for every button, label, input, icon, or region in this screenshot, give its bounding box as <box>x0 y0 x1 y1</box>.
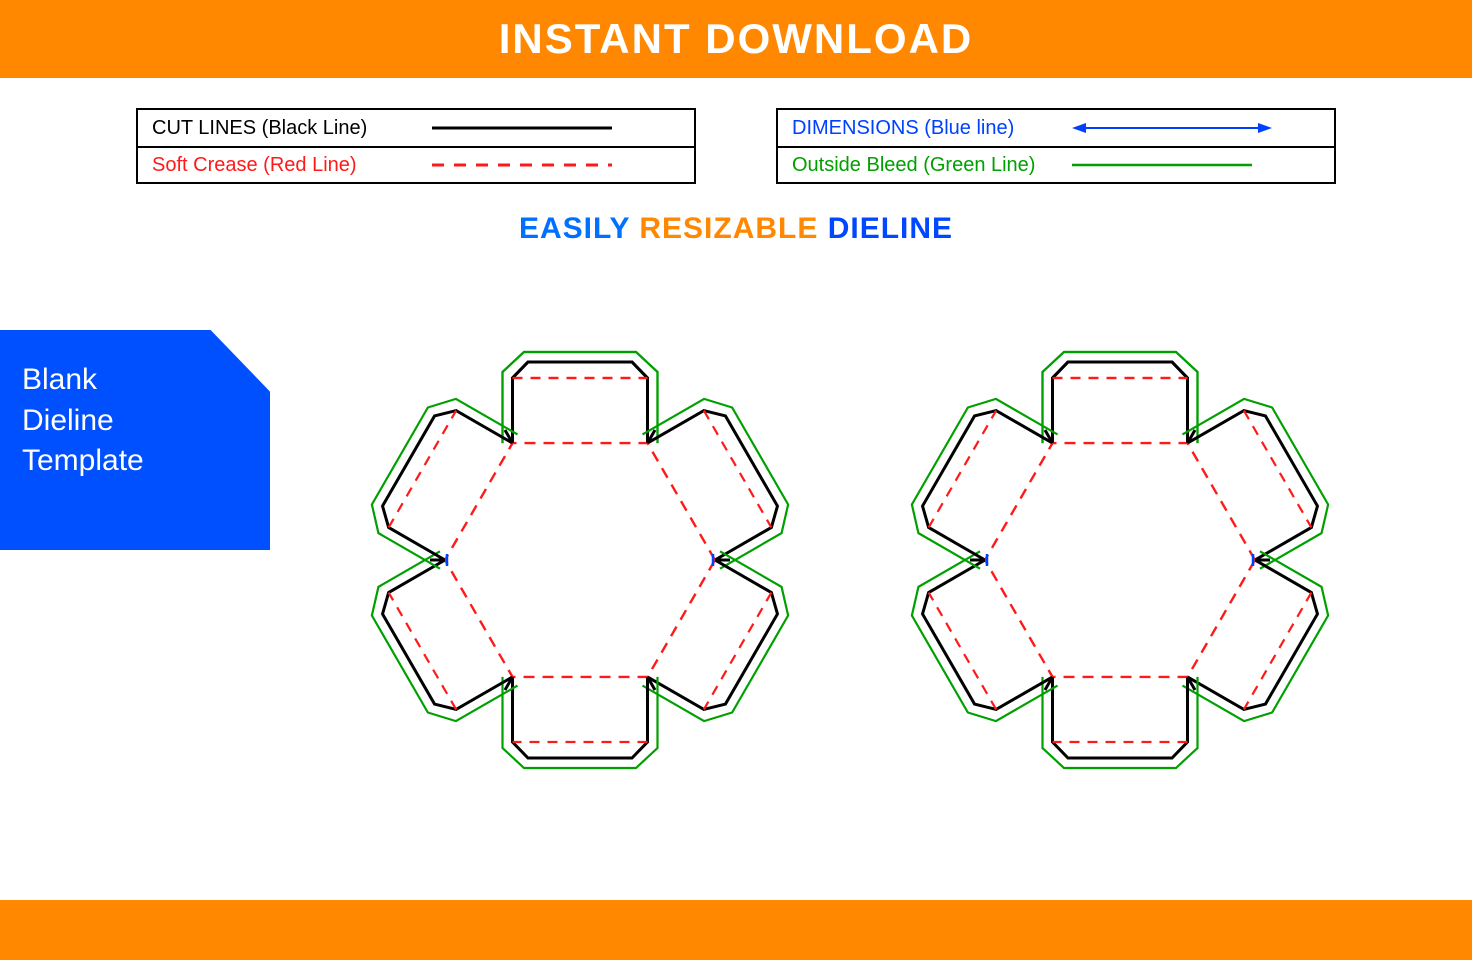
legend-box-right: DIMENSIONS (Blue line) Outside Bleed (Gr… <box>776 108 1336 184</box>
header-title: INSTANT DOWNLOAD <box>499 15 974 63</box>
legend-label: CUT LINES (Black Line) <box>152 117 432 140</box>
legend-bleed: Outside Bleed (Green Line) <box>778 146 1334 182</box>
footer-bar <box>0 900 1472 960</box>
legend-cut-lines: CUT LINES (Black Line) <box>138 110 694 146</box>
dieline-diagrams <box>290 270 1470 850</box>
sub-word-easily: EASILY <box>519 212 630 245</box>
legend-label: DIMENSIONS (Blue line) <box>792 117 1072 140</box>
sub-word-resizable: RESIZABLE <box>639 212 818 245</box>
legend-dimensions: DIMENSIONS (Blue line) <box>778 110 1334 146</box>
legend-label: Soft Crease (Red Line) <box>152 154 432 177</box>
badge-line: Template <box>22 441 248 482</box>
subheading: EASILY RESIZABLE DIELINE <box>0 212 1472 246</box>
sub-word-dieline: DIELINE <box>828 212 953 245</box>
legend-row: CUT LINES (Black Line) Soft Crease (Red … <box>0 108 1472 184</box>
header-bar: INSTANT DOWNLOAD <box>0 0 1472 78</box>
badge-line: Dieline <box>22 401 248 442</box>
bleed-line-sample <box>1072 148 1320 182</box>
legend-label: Outside Bleed (Green Line) <box>792 154 1072 177</box>
cut-line-sample <box>432 110 680 146</box>
legend-soft-crease: Soft Crease (Red Line) <box>138 146 694 182</box>
dieline-right <box>901 352 1339 768</box>
side-badge: Blank Dieline Template <box>0 330 270 550</box>
crease-line-sample <box>432 148 680 182</box>
badge-line: Blank <box>22 360 248 401</box>
legend-box-left: CUT LINES (Black Line) Soft Crease (Red … <box>136 108 696 184</box>
dieline-left <box>361 352 799 768</box>
dimension-arrow-sample <box>1072 110 1320 146</box>
